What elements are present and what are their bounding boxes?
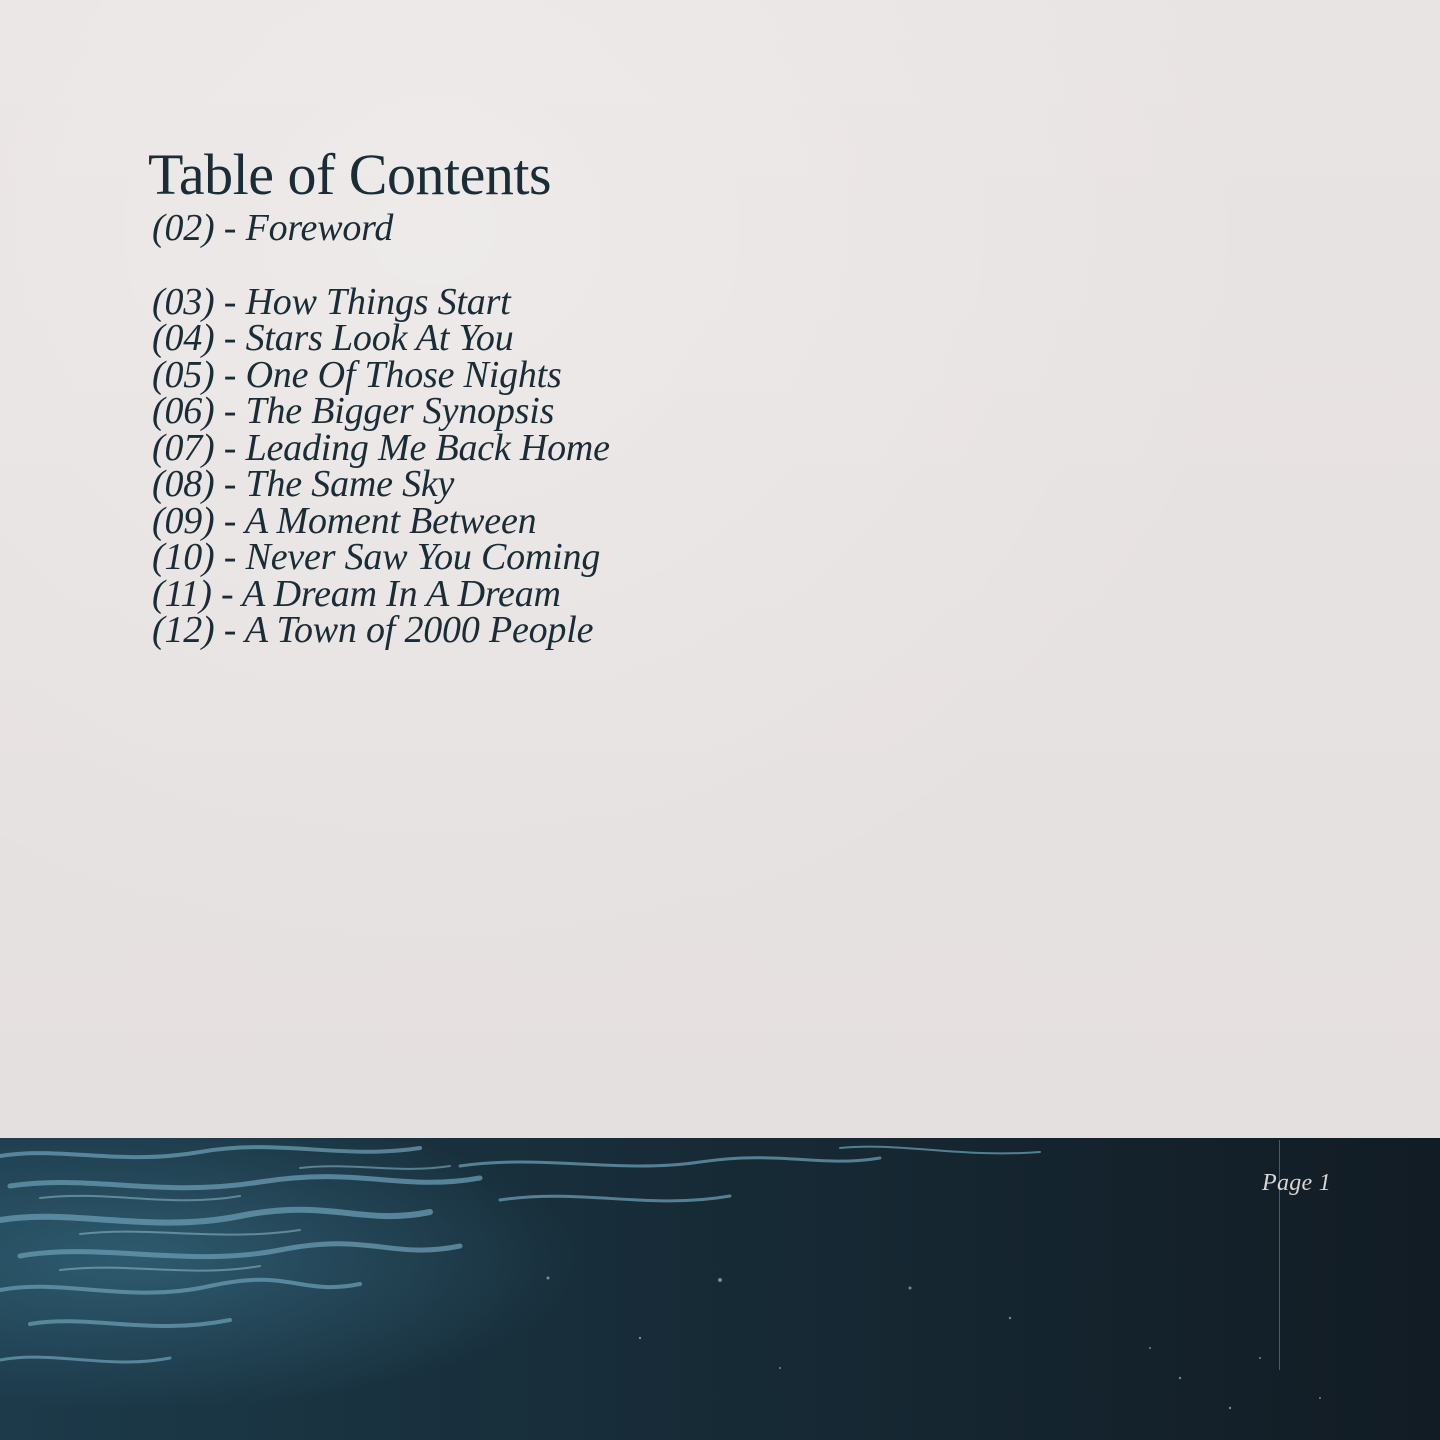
ocean-water-image	[0, 1138, 1440, 1440]
page-number: Page 1	[1262, 1170, 1332, 1196]
toc-entry: (04) - Stars Look At You	[152, 317, 514, 359]
toc-entry: (08) - The Same Sky	[152, 463, 455, 505]
toc-entry: (03) - How Things Start	[152, 280, 511, 323]
toc-entry: (12) - A Town of 2000 People	[152, 609, 594, 651]
toc-entry: (11) - A Dream In A Dream	[152, 572, 561, 615]
toc-entry: (07) - Leading Me Back Home	[152, 426, 610, 469]
toc-entry: (06) - The Bigger Synopsis	[152, 390, 555, 432]
toc-entry: (09) - A Moment Between	[152, 499, 537, 542]
table-of-contents: Table of Contents (02) - Foreword (03) -…	[148, 140, 610, 649]
toc-entry-foreword: (02) - Foreword	[152, 207, 394, 249]
toc-entry: (10) - Never Saw You Coming	[152, 536, 601, 578]
toc-title: Table of Contents	[148, 142, 552, 207]
ocean-waves-graphic	[0, 1138, 1440, 1440]
toc-entry: (05) - One Of Those Nights	[152, 353, 562, 396]
toc-list: (02) - Foreword (03) - How Things Start …	[148, 207, 610, 651]
